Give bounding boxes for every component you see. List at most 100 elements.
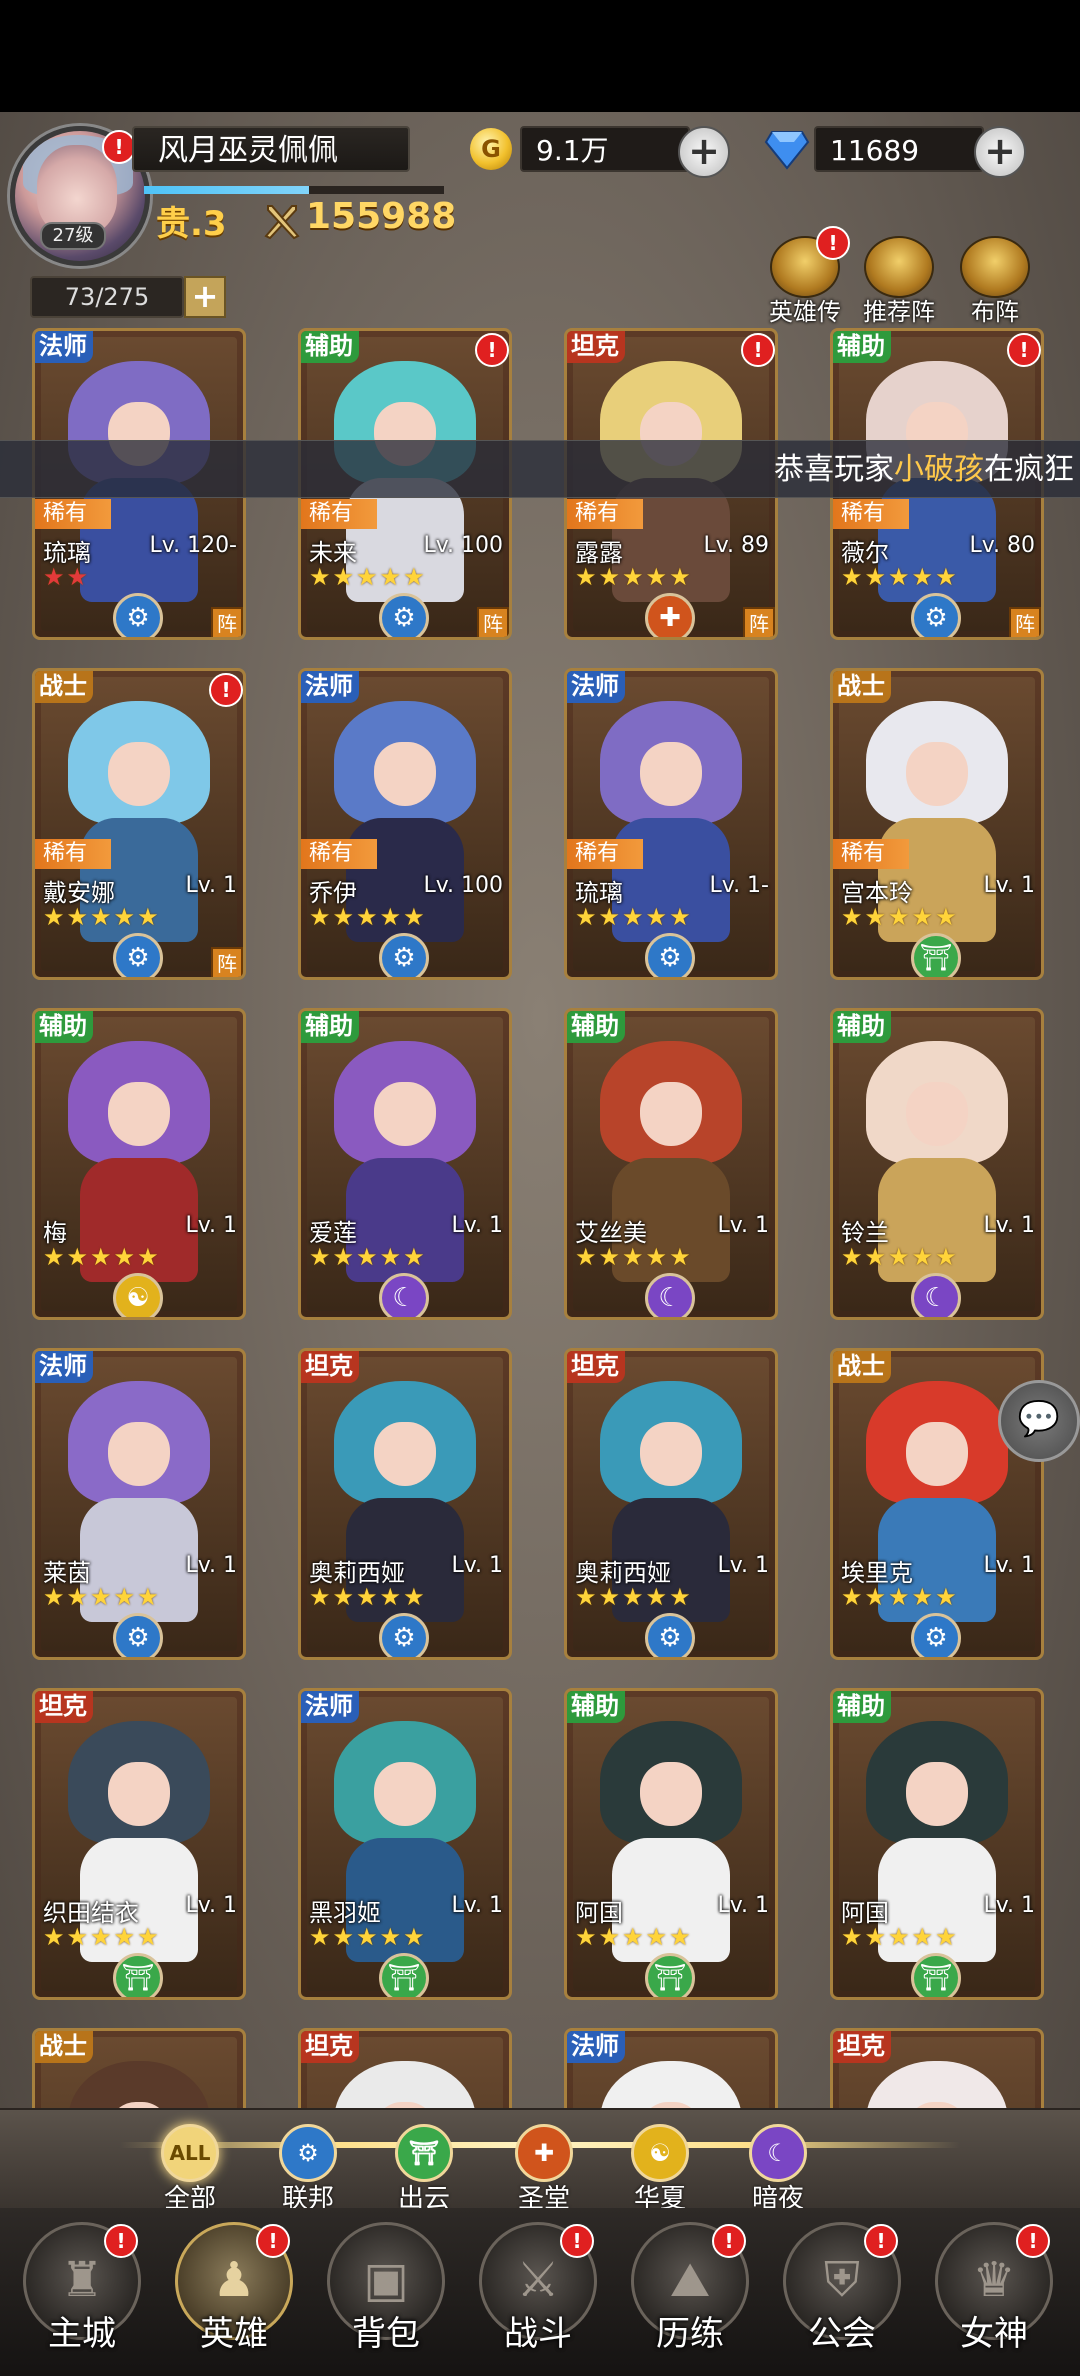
hero-class-tag: 法师 — [567, 2031, 625, 2063]
faction-icon: ⛩ — [911, 933, 961, 977]
hero-level: Lv. 1 — [983, 1893, 1035, 1918]
expand-hero-slots-button[interactable]: + — [184, 276, 226, 318]
hero-stars: ★★★★★ — [43, 1243, 161, 1271]
faction-filter-icon: ✚ — [515, 2124, 573, 2182]
alert-badge: ! — [864, 2224, 898, 2258]
exp-bar-fill — [144, 186, 309, 194]
top-button-3[interactable]: 布阵 — [948, 236, 1042, 327]
rarity-tag: 稀有 — [35, 499, 111, 529]
nav-6[interactable]: ⛨ 公会! — [768, 2222, 916, 2355]
top-button-2[interactable]: 推荐阵 — [852, 236, 946, 327]
hero-level: Lv. 1 — [983, 1213, 1035, 1238]
hero-stars: ★★★★★ — [309, 1243, 427, 1271]
marquee-player-name: 小破孩 — [894, 452, 984, 487]
faction-filter-icon: ☾ — [749, 2124, 807, 2182]
nav-label: 历练 — [656, 2314, 724, 2354]
hero-level: Lv. 1 — [185, 1553, 237, 1578]
hero-card[interactable]: 辅助梅 Lv. 1 ★★★★★ ☯ — [32, 1008, 246, 1320]
faction-filter-3[interactable]: ⛩ 出云 — [369, 2124, 479, 2215]
alert-badge: ! — [1016, 2224, 1050, 2258]
faction-icon: ☾ — [379, 1273, 429, 1317]
faction-filter-1[interactable]: ALL 全部 — [135, 2124, 245, 2215]
hero-stars: ★★★★★ — [575, 1923, 693, 1951]
hero-card[interactable]: 辅助 阿国 Lv. 1 ★★★★★ ⛩ — [830, 1688, 1044, 2000]
faction-icon: ☾ — [645, 1273, 695, 1317]
hero-card[interactable]: 辅助 艾丝美 Lv. 1 ★★★★★ ☾ — [564, 1008, 778, 1320]
hero-level: Lv. 1 — [451, 1213, 503, 1238]
faction-icon: ⚙ — [379, 1613, 429, 1657]
alert-badge: ! — [1007, 333, 1041, 367]
faction-icon: ⛩ — [645, 1953, 695, 1997]
faction-filter-icon: ⚙ — [279, 2124, 337, 2182]
hero-stars: ★★★★★ — [841, 1923, 959, 1951]
nav-5[interactable]: ⛰ 历练! — [616, 2222, 764, 2355]
hero-card[interactable]: 法师 稀有 乔伊 Lv. 100 ★★★★★ ⚙ — [298, 668, 512, 980]
add-diamond-button[interactable]: + — [974, 126, 1026, 178]
nav-2[interactable]: ♟ 英雄! — [160, 2222, 308, 2355]
hero-card[interactable]: 战士 稀有 宫本玲 Lv. 1 ★★★★★ ⛩ — [830, 668, 1044, 980]
hero-card[interactable]: 辅助 阿国 Lv. 1 ★★★★★ ⛩ — [564, 1688, 778, 2000]
top-button-1[interactable]: 英雄传! — [758, 226, 852, 327]
faction-filter-5[interactable]: ☯ 华夏 — [605, 2124, 715, 2215]
nav-7[interactable]: ♛ 女神! — [920, 2222, 1068, 2355]
chess-knight-icon — [960, 236, 1030, 298]
hero-card[interactable]: 法师 莱茵 Lv. 1 ★★★★★ ⚙ — [32, 1348, 246, 1660]
add-gold-button[interactable]: + — [678, 126, 730, 178]
hero-card[interactable]: 坦克 — [830, 2028, 1044, 2114]
hero-level: Lv. 80 — [969, 533, 1035, 558]
hero-card[interactable]: 坦克 奥莉西娅 Lv. 1 ★★★★★ ⚙ — [564, 1348, 778, 1660]
faction-icon: ⛩ — [379, 1953, 429, 1997]
hero-level: Lv. 1 — [451, 1553, 503, 1578]
faction-filter-2[interactable]: ⚙ 联邦 — [253, 2124, 363, 2215]
hero-grid: 法师 稀有 琉璃 Lv. 120- ★★ ⚙ 阵辅助 稀有 未来 Lv. 100 ★★★★★ ⚙ 阵! 坦… — [28, 328, 1062, 2114]
hero-stars: ★★★★★ — [841, 563, 959, 591]
hero-card[interactable]: 法师 稀有 琉璃 Lv. 1- ★★★★★ ⚙ — [564, 668, 778, 980]
hero-stars: ★★★★★ — [841, 1243, 959, 1271]
hero-stars: ★★★★★ — [309, 903, 427, 931]
hero-class-tag: 坦克 — [567, 331, 625, 363]
marquee-suffix: 在疯狂 — [984, 452, 1074, 487]
hero-level: Lv. 1 — [185, 873, 237, 898]
nav-1[interactable]: ♜ 主城! — [8, 2222, 156, 2355]
hero-card[interactable]: 坦克 织田结衣 Lv. 1 ★★★★★ ⛩ — [32, 1688, 246, 2000]
hero-card[interactable]: 法师 黑羽姬 Lv. 1 ★★★★★ ⛩ — [298, 1688, 512, 2000]
faction-icon: ⚙ — [113, 933, 163, 977]
hero-class-tag: 坦克 — [35, 1691, 93, 1723]
hero-card[interactable]: 战士 — [32, 2028, 246, 2114]
hero-level: Lv. 100 — [423, 873, 503, 898]
nav-4[interactable]: ⚔ 战斗! — [464, 2222, 612, 2355]
hero-level: Lv. 1 — [185, 1213, 237, 1238]
hero-class-tag: 战士 — [833, 1351, 891, 1383]
hero-class-tag: 法师 — [301, 1691, 359, 1723]
player-name: 风月巫灵佩佩 — [132, 126, 410, 172]
hero-card[interactable]: 法师 — [564, 2028, 778, 2114]
hero-class-tag: 辅助 — [833, 331, 891, 363]
hero-card[interactable]: 战士 稀有 戴安娜 Lv. 1 ★★★★★ ⚙ 阵! — [32, 668, 246, 980]
hero-stars: ★★★★★ — [309, 1583, 427, 1611]
nav-label: 主城 — [48, 2314, 116, 2354]
nav-3[interactable]: ▣ 背包 — [312, 2222, 460, 2355]
hero-level: Lv. 1 — [185, 1893, 237, 1918]
exp-bar — [144, 186, 444, 194]
in-formation-tag: 阵 — [211, 607, 243, 637]
hero-level: Lv. 100 — [423, 533, 503, 558]
hero-class-tag: 辅助 — [567, 1691, 625, 1723]
gold-coin-icon: G — [470, 128, 512, 170]
hero-card[interactable]: 坦克 奥莉西娅 Lv. 1 ★★★★★ ⚙ — [298, 1348, 512, 1660]
faction-icon: ⚙ — [113, 1613, 163, 1657]
hero-card[interactable]: 辅助 铃兰 Lv. 1 ★★★★★ ☾ — [830, 1008, 1044, 1320]
hero-card[interactable]: 坦克 — [298, 2028, 512, 2114]
faction-filter-4[interactable]: ✚ 圣堂 — [489, 2124, 599, 2215]
hero-class-tag: 辅助 — [35, 1011, 93, 1043]
hero-class-tag: 法师 — [301, 671, 359, 703]
faction-filter-6[interactable]: ☾ 暗夜 — [723, 2124, 833, 2215]
chat-bubble-icon[interactable]: 💬 — [998, 1380, 1080, 1462]
top-button-label: 英雄传 — [769, 298, 841, 326]
hero-level: Lv. 1- — [709, 873, 770, 898]
alert-badge: ! — [209, 673, 243, 707]
top-button-label: 推荐阵 — [863, 298, 935, 326]
hero-level: Lv. 89 — [703, 533, 769, 558]
hero-class-tag: 战士 — [35, 2031, 93, 2063]
hero-class-tag: 辅助 — [567, 1011, 625, 1043]
hero-card[interactable]: 辅助 爱莲 Lv. 1 ★★★★★ ☾ — [298, 1008, 512, 1320]
